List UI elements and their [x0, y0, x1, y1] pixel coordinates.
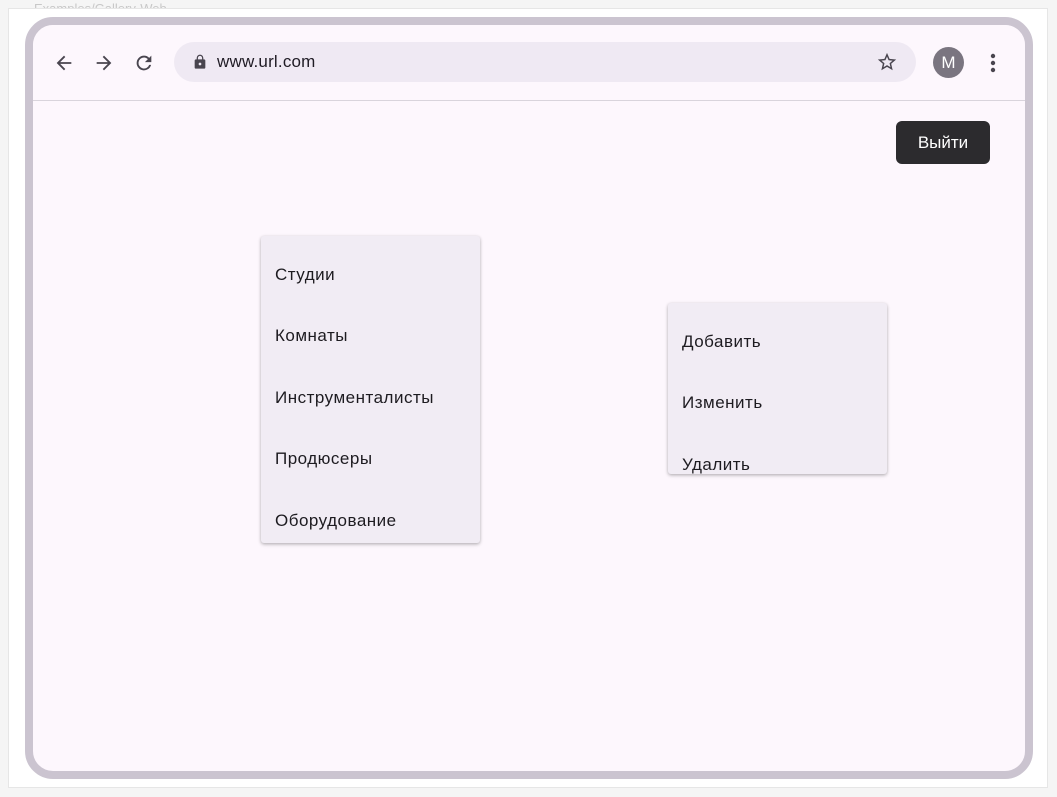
menu-item-delete[interactable]: Удалить — [668, 434, 887, 495]
menu-item-equipment[interactable]: Оборудование — [261, 490, 480, 551]
menu-item-instrumentalists[interactable]: Инструменталисты — [261, 367, 480, 428]
logout-button[interactable]: Выйти — [896, 121, 990, 164]
more-vert-icon[interactable] — [985, 49, 1001, 77]
menu-item-edit[interactable]: Изменить — [668, 372, 887, 433]
browser-window: www.url.com M Выйти Студии Комнаты Инстр… — [25, 17, 1033, 779]
arrow-forward-icon[interactable] — [90, 49, 118, 77]
action-menu: Добавить Изменить Удалить — [668, 303, 887, 474]
reload-icon[interactable] — [130, 49, 158, 77]
avatar[interactable]: M — [933, 47, 964, 78]
menu-item-producers[interactable]: Продюсеры — [261, 428, 480, 489]
lock-icon — [194, 54, 206, 69]
menu-item-studios[interactable]: Студии — [261, 244, 480, 305]
arrow-back-icon[interactable] — [50, 49, 78, 77]
url-text[interactable]: www.url.com — [217, 42, 316, 82]
menu-item-rooms[interactable]: Комнаты — [261, 305, 480, 366]
nav-menu: Студии Комнаты Инструменталисты Продюсер… — [261, 236, 480, 543]
star-icon[interactable] — [876, 51, 898, 73]
browser-toolbar: www.url.com M — [33, 25, 1025, 101]
menu-item-add[interactable]: Добавить — [668, 311, 887, 372]
address-bar[interactable]: www.url.com — [174, 42, 916, 82]
